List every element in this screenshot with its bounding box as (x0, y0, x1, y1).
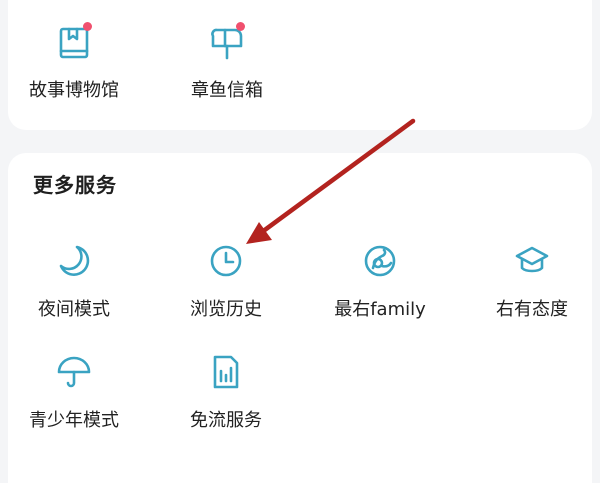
night-mode-label: 夜间模式 (38, 299, 110, 320)
teen-mode-label: 青少年模式 (29, 410, 119, 431)
night-mode-item[interactable]: 夜间模式 (4, 239, 144, 321)
octopus-mailbox-item[interactable]: 章鱼信箱 (157, 20, 297, 102)
family-icon (358, 239, 402, 283)
browse-history-item[interactable]: 浏览历史 (156, 239, 296, 321)
story-museum-item[interactable]: 故事博物馆 (4, 20, 144, 102)
clock-icon (204, 239, 248, 283)
sim-card-icon (204, 350, 248, 394)
graduation-cap-icon (510, 239, 554, 283)
octopus-mailbox-label: 章鱼信箱 (191, 80, 263, 101)
zuiyou-family-item[interactable]: 最右family (310, 239, 450, 321)
zuiyou-family-label: 最右family (334, 299, 426, 320)
moon-icon (52, 239, 96, 283)
youyou-attitude-item[interactable]: 右有态度 (462, 239, 600, 321)
free-data-label: 免流服务 (190, 410, 262, 431)
book-icon (52, 20, 96, 64)
story-museum-badge (83, 22, 92, 31)
section-title: 更多服务 (33, 173, 117, 197)
umbrella-icon (52, 350, 96, 394)
octopus-mailbox-badge (236, 22, 245, 31)
story-museum-label: 故事博物馆 (29, 80, 119, 101)
youyou-attitude-label: 右有态度 (496, 299, 568, 320)
teen-mode-item[interactable]: 青少年模式 (4, 350, 144, 432)
browse-history-label: 浏览历史 (190, 299, 262, 320)
mailbox-icon (205, 20, 249, 64)
free-data-item[interactable]: 免流服务 (156, 350, 296, 432)
